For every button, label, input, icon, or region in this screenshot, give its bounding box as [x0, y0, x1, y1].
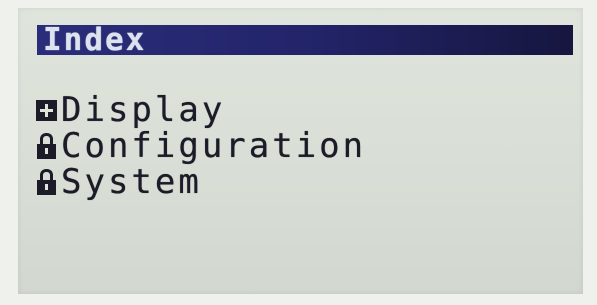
device-bezel: Index Display Configuration System — [0, 0, 597, 305]
lock-icon — [36, 168, 57, 196]
menu-item-label: Configuration — [61, 126, 367, 166]
page-title: Index — [43, 22, 147, 58]
lcd-screen: Index Display Configuration System — [18, 8, 583, 294]
menu-item-configuration[interactable]: Configuration — [36, 128, 366, 164]
menu-item-label: Display — [61, 90, 226, 130]
lock-icon — [36, 132, 57, 160]
menu-item-label: System — [61, 162, 202, 202]
menu-item-display[interactable]: Display — [36, 92, 366, 128]
plus-box-icon — [36, 96, 57, 124]
title-bar: Index — [37, 22, 573, 58]
menu-list: Display Configuration System — [36, 92, 366, 200]
menu-item-system[interactable]: System — [36, 164, 366, 200]
